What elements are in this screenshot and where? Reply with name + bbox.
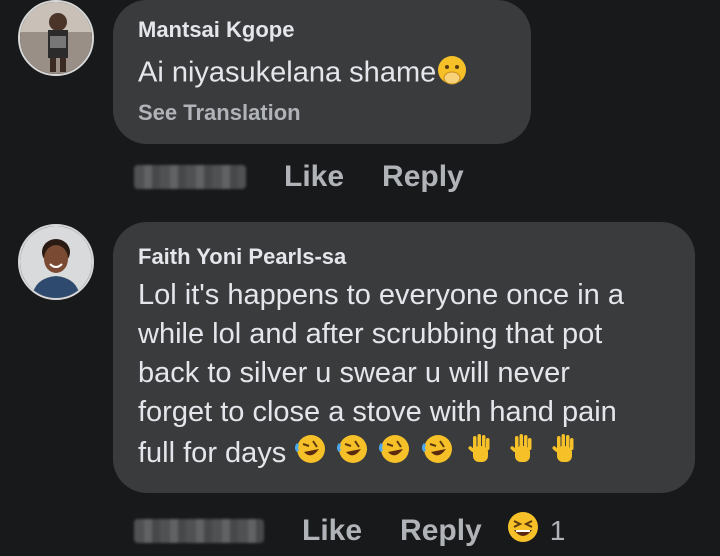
like-button[interactable]: Like [302,514,362,548]
timestamp-redacted [134,165,246,189]
comment-text: Lol it's happens to everyone once in a w… [138,276,624,477]
comment-text-content: Ai niyasukelana shame [138,56,437,89]
raised-hand-icon [463,432,497,477]
avatar-photo-icon [20,226,92,298]
reply-group: Reply 1 [400,510,565,551]
rolling-on-floor-laughing-icon [336,432,370,477]
face-with-hand-over-mouth-icon [436,54,468,94]
raised-hand-icon [505,432,539,477]
avatar-photo-icon [20,2,92,74]
rolling-on-floor-laughing-icon [421,432,455,477]
avatar-faith[interactable] [18,224,94,300]
grinning-squinting-face-icon[interactable] [506,510,540,551]
avatar-mantsai[interactable] [18,0,94,76]
comment-text-line: Lol it's happens to everyone once in a [138,279,624,311]
comment-author[interactable]: Mantsai Kgope [138,17,294,43]
see-translation-link[interactable]: See Translation [138,100,301,126]
comment-text: Ai niyasukelana shame [138,54,468,94]
comment-text-line: while lol and after scrubbing that pot [138,318,603,350]
rolling-on-floor-laughing-icon [378,432,412,477]
reply-button[interactable]: Reply [400,514,482,548]
comment-text-line: forget to close a stove with hand pain [138,396,617,428]
timestamp-redacted [134,518,264,543]
comment-text-line-last: full for days [138,432,624,477]
comment-actions: Like Reply 1 [134,510,565,551]
comment-actions: Like Reply [134,160,464,194]
rolling-on-floor-laughing-icon [294,432,328,477]
reaction-count[interactable]: 1 [550,515,566,547]
comment-author[interactable]: Faith Yoni Pearls-sa [138,244,346,270]
reply-button[interactable]: Reply [382,160,464,194]
emoji-row [286,434,580,469]
raised-hand-icon [547,432,581,477]
comment-text-line: back to silver u swear u will never [138,357,570,389]
comment-text-content: full for days [138,437,287,470]
like-button[interactable]: Like [284,160,344,194]
